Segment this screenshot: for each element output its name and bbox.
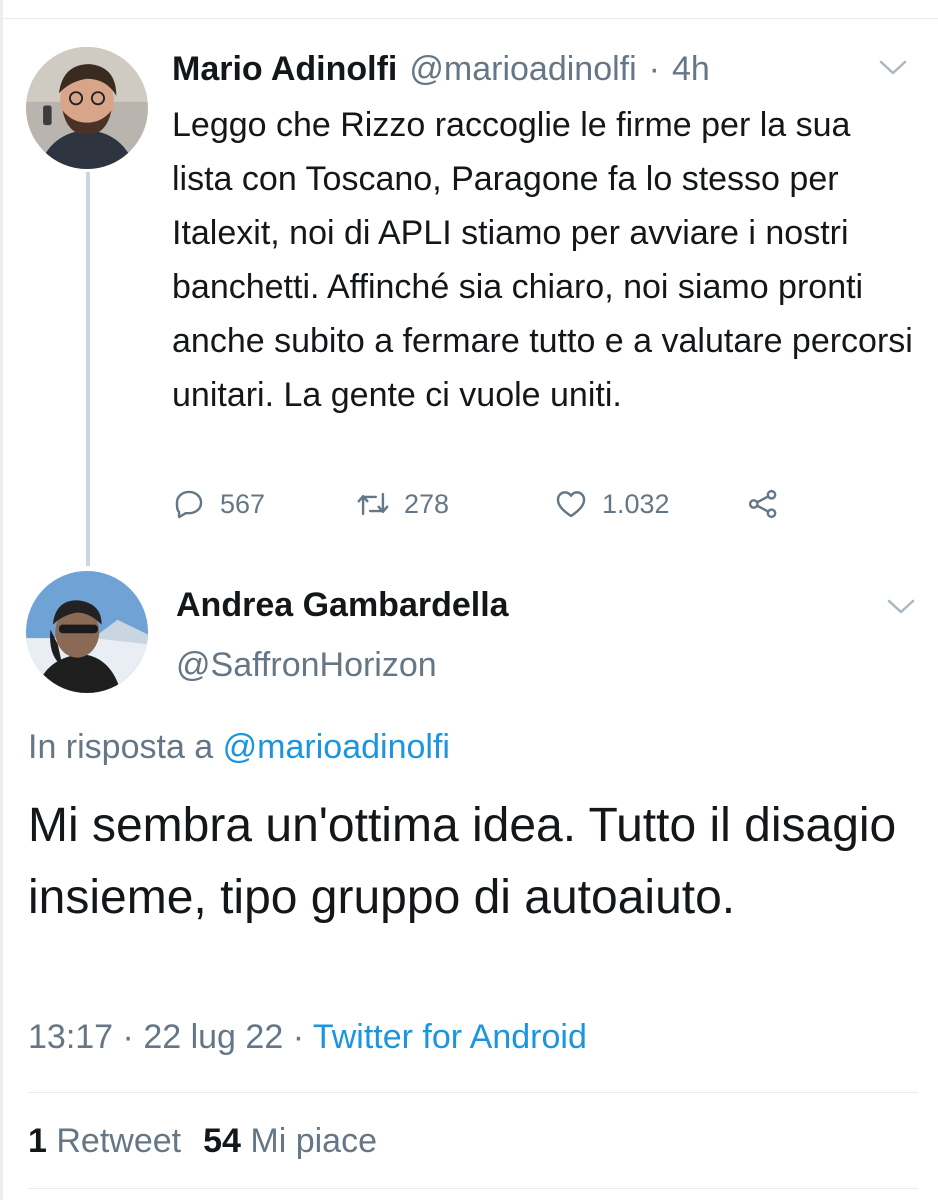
meta-separator: · [122, 1018, 134, 1056]
tweet2-author-name[interactable]: Andrea Gambardella [176, 586, 509, 625]
likes-label: Mi piace [250, 1122, 377, 1160]
chevron-down-icon[interactable] [886, 597, 916, 617]
avatar-andrea-gambardella[interactable] [26, 571, 148, 693]
reply-button[interactable]: 567 [172, 484, 265, 524]
share-icon [748, 489, 777, 519]
tweet2-source-link[interactable]: Twitter for Android [313, 1018, 587, 1056]
thread-line [86, 172, 90, 566]
like-button[interactable]: 1.032 [554, 484, 670, 524]
tweet1-actions: 567 278 1.032 [172, 484, 812, 524]
likes-count: 54 [203, 1122, 241, 1160]
likes-stat[interactable]: 54 Mi piace [203, 1122, 377, 1160]
reply-icon [175, 490, 203, 519]
reply-count: 567 [220, 488, 266, 519]
retweet-icon [357, 492, 389, 516]
heart-icon [556, 491, 586, 518]
retweet-button[interactable]: 278 [356, 484, 449, 524]
tweet-detail-page: Mario Adinolfi @marioadinolfi · 4h Leggo… [0, 0, 938, 1200]
retweets-stat[interactable]: 1 Retweet [28, 1122, 181, 1160]
tweet1-text: Leggo che Rizzo raccoglie le firme per l… [172, 106, 913, 414]
reply-mention-link[interactable]: @marioadinolfi [223, 728, 450, 766]
reply-prefix: In risposta a [28, 728, 214, 766]
stats-divider-bottom [28, 1188, 918, 1189]
retweets-label: Retweet [56, 1122, 182, 1160]
meta-separator: · [292, 1018, 305, 1056]
tweet2-metadata: 13:17 · 22 lug 22 · Twitter for Android [28, 1018, 587, 1057]
reply-context: In risposta a @marioadinolfi [28, 728, 450, 767]
left-edge [0, 0, 3, 1200]
chevron-down-icon[interactable] [878, 58, 908, 78]
top-divider [0, 18, 938, 19]
tweet2-stats: 1 Retweet 54 Mi piace [28, 1122, 377, 1161]
stats-divider-top [28, 1092, 918, 1093]
tweet1-author-handle[interactable]: @marioadinolfi [409, 50, 636, 89]
avatar-image [26, 47, 148, 169]
tweet2-author-handle[interactable]: @SaffronHorizon [176, 646, 437, 685]
avatar-image [26, 571, 148, 693]
tweet1-time-separator: · [648, 49, 660, 88]
tweet1-header: Mario Adinolfi @marioadinolfi · 4h [172, 46, 710, 92]
tweet1-author-name[interactable]: Mario Adinolfi [172, 50, 397, 89]
tweet1-time[interactable]: 4h [672, 50, 710, 89]
retweet-count: 278 [404, 488, 450, 519]
tweet2-date: 22 lug 22 [143, 1018, 284, 1056]
avatar-mario-adinolfi[interactable] [26, 47, 148, 169]
like-count: 1.032 [602, 488, 670, 519]
share-button[interactable] [746, 484, 780, 524]
tweet2-text: Mi sembra un'ottima idea. Tutto il disag… [28, 799, 897, 924]
tweet2-time: 13:17 [28, 1018, 114, 1056]
retweets-count: 1 [28, 1122, 47, 1160]
